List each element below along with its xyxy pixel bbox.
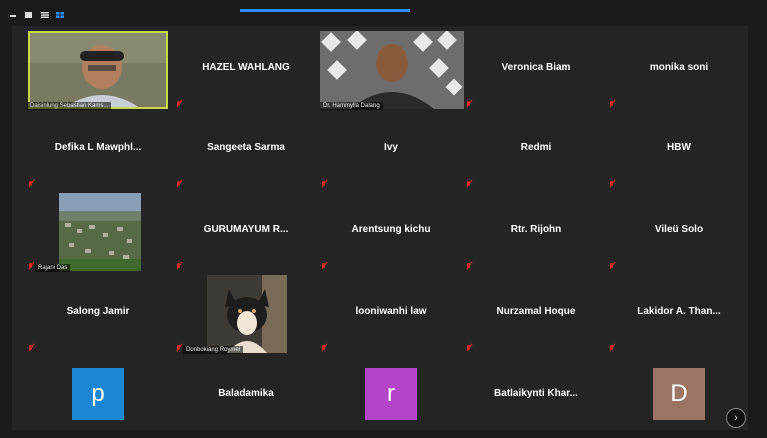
mic-muted-icon (466, 345, 472, 353)
participant-video (320, 31, 464, 109)
mic-muted-icon (321, 181, 327, 189)
participant-tile[interactable]: Lakidor A. Than... (606, 272, 752, 356)
participant-name: Redmi (520, 142, 552, 153)
participant-name: Defika L Mawphl... (54, 142, 142, 153)
speaker-view-icon[interactable] (25, 12, 33, 18)
mic-muted-icon (609, 263, 615, 271)
participant-avatar: r (365, 368, 417, 420)
participant-name: looniwanhi law (355, 306, 427, 317)
list-view-icon[interactable] (41, 12, 49, 18)
participant-video (207, 275, 287, 353)
mic-muted-icon (28, 263, 34, 271)
next-page-button[interactable]: › (726, 408, 746, 428)
participant-avatar: p (72, 368, 124, 420)
participant-tile[interactable]: Daisinlung Sebastian Kams... (25, 28, 171, 112)
participant-video (28, 31, 168, 109)
participant-tile[interactable]: Baladamika (173, 354, 319, 438)
participant-tile[interactable]: p (25, 354, 171, 438)
participant-name: Arentsung kichu (351, 224, 431, 235)
meeting-top-bar (0, 0, 767, 26)
participant-tile[interactable]: Veronica Biam (463, 28, 609, 112)
mic-muted-icon (176, 345, 182, 353)
participant-name: Donbokiang Roymel (183, 346, 244, 354)
participant-name: GURUMAYUM R... (203, 224, 289, 235)
mic-muted-icon (176, 263, 182, 271)
participant-tile[interactable]: Defika L Mawphl... (25, 108, 171, 192)
participant-name: Veronica Biam (501, 62, 571, 73)
mic-muted-icon (321, 345, 327, 353)
mic-muted-icon (28, 345, 34, 353)
minimize-icon[interactable] (10, 12, 18, 18)
participant-avatar: D (653, 368, 705, 420)
participant-tile[interactable]: Ivy (318, 108, 464, 192)
participant-tile[interactable]: Redmi (463, 108, 609, 192)
participant-tile[interactable]: Vileü Solo (606, 190, 752, 274)
participant-name: monika soni (649, 62, 709, 73)
mic-muted-icon (466, 263, 472, 271)
participant-name: Ivy (384, 142, 398, 153)
participant-name: Rtr. Rijohn (510, 224, 562, 235)
participant-tile[interactable]: looniwanhi law (318, 272, 464, 356)
participant-name: Salong Jamir (66, 306, 130, 317)
participant-tile[interactable]: r (318, 354, 464, 438)
participant-tile[interactable]: HAZEL WAHLANG (173, 28, 319, 112)
mic-muted-icon (28, 181, 34, 189)
participant-tile[interactable]: Salong Jamir (25, 272, 171, 356)
participant-name: Batlaikynti Khar... (494, 388, 578, 399)
participant-name: Lakidor A. Than... (637, 306, 721, 317)
mic-muted-icon (176, 181, 182, 189)
participant-tile[interactable]: Dr. Hammylla Dalang (318, 28, 464, 112)
participant-name: Baladamika (218, 388, 274, 399)
participant-tile[interactable]: Rtr. Rijohn (463, 190, 609, 274)
participant-tile[interactable]: Donbokiang Roymel (173, 272, 319, 356)
top-accent-line (240, 9, 410, 12)
participant-tile[interactable]: Nurzamal Hoque (463, 272, 609, 356)
participant-video (59, 193, 141, 271)
participant-tile[interactable]: Rajani Das (25, 190, 171, 274)
mic-muted-icon (609, 345, 615, 353)
participant-tile[interactable]: GURUMAYUM R... (173, 190, 319, 274)
participant-name: HBW (667, 142, 691, 153)
participant-name: Vileü Solo (654, 224, 704, 235)
participant-tile[interactable]: Sangeeta Sarma (173, 108, 319, 192)
mic-muted-icon (321, 263, 327, 271)
participant-tile[interactable]: Arentsung kichu (318, 190, 464, 274)
participant-name: HAZEL WAHLANG (202, 62, 290, 73)
participant-name: Nurzamal Hoque (496, 306, 576, 317)
mic-muted-icon (466, 181, 472, 189)
participant-name: Sangeeta Sarma (207, 142, 285, 153)
participant-tile[interactable]: HBW (606, 108, 752, 192)
participant-tile[interactable]: Batlaikynti Khar... (463, 354, 609, 438)
gallery-grid: Daisinlung Sebastian Kams... HAZEL WAHLA… (12, 26, 748, 430)
mic-muted-icon (609, 181, 615, 189)
participant-tile[interactable]: monika soni (606, 28, 752, 112)
participant-name: Rajani Das (35, 264, 71, 272)
gallery-view-icon[interactable] (56, 12, 64, 18)
